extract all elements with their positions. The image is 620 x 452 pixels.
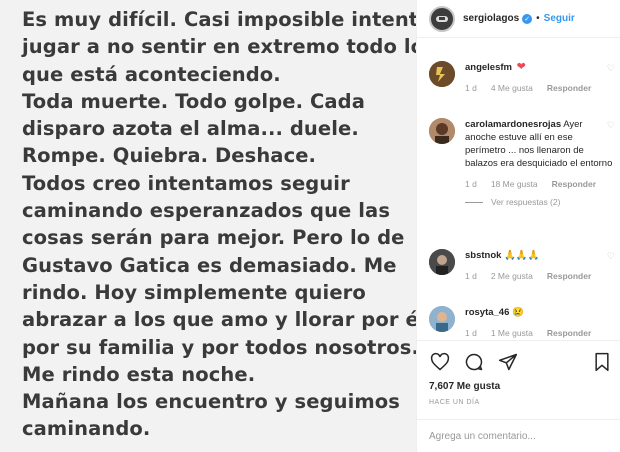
commenter-username[interactable]: rosyta_46: [465, 307, 509, 318]
comment-text: 😢: [512, 307, 524, 318]
post-line: Mañana los encuentro y seguimos: [22, 390, 400, 414]
red-heart-icon: ❤: [516, 61, 526, 73]
share-icon[interactable]: [497, 351, 519, 373]
comment-meta: 1 d 4 Me gusta Responder: [465, 83, 615, 93]
commenter-avatar[interactable]: [429, 61, 455, 87]
commenter-avatar[interactable]: [429, 118, 455, 144]
post-text: Es muy difícil. Casi imposible intentar …: [22, 6, 416, 443]
comment-meta: 1 d 2 Me gusta Responder: [465, 271, 615, 281]
comments-list[interactable]: angelesfm ❤ 1 d 4 Me gusta Responder ♡ car…: [417, 52, 620, 340]
comment-body: angelesfm ❤ 1 d 4 Me gusta Responder: [465, 61, 615, 93]
reply-button[interactable]: Responder: [547, 271, 591, 281]
comment-input[interactable]: Agrega un comentario...: [429, 431, 536, 442]
comment-time[interactable]: 1 d: [465, 179, 477, 189]
comment-meta: 1 d 1 Me gusta Responder: [465, 328, 615, 338]
follow-button[interactable]: Seguir: [544, 13, 575, 24]
like-comment-heart-icon[interactable]: ♡: [607, 63, 615, 74]
comment-likes[interactable]: 18 Me gusta: [491, 179, 538, 189]
comment-body: carolamardonesrojas Ayer anoche estuve a…: [465, 118, 615, 207]
post-line: rindo. Hoy simplemente quiero: [22, 280, 366, 304]
comment-likes[interactable]: 2 Me gusta: [491, 271, 533, 281]
post-line: cosas serán para mejor. Pero lo de: [22, 226, 405, 250]
post-line: Toda muerte. Todo golpe. Cada: [22, 89, 365, 113]
comment-icon[interactable]: [463, 351, 485, 373]
post-line: que está aconteciendo.: [22, 62, 281, 86]
reply-button[interactable]: Responder: [547, 328, 591, 338]
post-line: Gustavo Gatica es demasiado. Me: [22, 253, 397, 277]
comment-item: sbstnok 🙏🙏🙏 1 d 2 Me gusta Responder ♡: [429, 249, 615, 281]
author-avatar[interactable]: [429, 5, 455, 32]
post-actions: 7,607 Me gusta HACE UN DÍA Agrega un com…: [417, 340, 620, 452]
commenter-username[interactable]: carolamardonesrojas: [465, 119, 561, 130]
comment-likes[interactable]: 4 Me gusta: [491, 83, 533, 93]
reply-button[interactable]: Responder: [552, 179, 596, 189]
comment-item: angelesfm ❤ 1 d 4 Me gusta Responder ♡: [429, 61, 615, 93]
view-replies-button[interactable]: Ver respuestas (2): [465, 197, 615, 207]
post-line: Todos creo intentamos seguir: [22, 171, 350, 195]
post-timestamp: HACE UN DÍA: [429, 399, 480, 406]
like-comment-heart-icon[interactable]: ♡: [607, 251, 615, 262]
divider: [465, 201, 483, 203]
comment-body: rosyta_46 😢 1 d 1 Me gusta Responder: [465, 306, 615, 338]
post-line: Me rindo esta noche.: [22, 362, 256, 386]
commenter-avatar[interactable]: [429, 249, 455, 275]
separator: •: [536, 13, 540, 24]
commenter-username[interactable]: sbstnok: [465, 250, 501, 261]
post-line: caminando.: [22, 417, 151, 441]
post-sidebar: sergiolagos ✓ • Seguir angelesfm ❤ 1 d 4 …: [416, 0, 620, 452]
commenter-username[interactable]: angelesfm: [465, 62, 512, 73]
post-header: sergiolagos ✓ • Seguir: [417, 0, 620, 38]
verified-icon: ✓: [522, 13, 533, 24]
post-line: disparo azota el alma... duele.: [22, 117, 359, 141]
post-line: por su familia y por todos nosotros.: [22, 335, 416, 359]
post-line: Rompe. Quiebra. Deshace.: [22, 144, 317, 168]
add-comment-bar: Agrega un comentario...: [417, 419, 620, 452]
post-line: jugar a no sentir en extremo todo lo: [22, 35, 416, 59]
comment-item: carolamardonesrojas Ayer anoche estuve a…: [429, 118, 615, 207]
author-username[interactable]: sergiolagos: [463, 13, 519, 24]
heart-icon[interactable]: [429, 351, 451, 373]
comment-body: sbstnok 🙏🙏🙏 1 d 2 Me gusta Responder: [465, 249, 615, 281]
post-line: Es muy difícil. Casi imposible intentar: [22, 8, 416, 31]
comment-time[interactable]: 1 d: [465, 271, 477, 281]
comment-text: 🙏🙏🙏: [504, 250, 540, 261]
commenter-avatar[interactable]: [429, 306, 455, 332]
post-image[interactable]: Es muy difícil. Casi imposible intentar …: [0, 0, 416, 452]
like-comment-heart-icon[interactable]: ♡: [607, 120, 615, 131]
comment-time[interactable]: 1 d: [465, 83, 477, 93]
post-line: abrazar a los que amo y llorar por él,: [22, 308, 416, 332]
likes-count[interactable]: 7,607 Me gusta: [429, 381, 500, 392]
comment-likes[interactable]: 1 Me gusta: [491, 328, 533, 338]
comment-item: rosyta_46 😢 1 d 1 Me gusta Responder: [429, 306, 615, 338]
reply-button[interactable]: Responder: [547, 83, 591, 93]
post-line: caminando esperanzados que las: [22, 199, 391, 223]
bookmark-icon[interactable]: [591, 351, 613, 373]
comment-time[interactable]: 1 d: [465, 328, 477, 338]
comment-meta: 1 d 18 Me gusta Responder: [465, 179, 615, 189]
